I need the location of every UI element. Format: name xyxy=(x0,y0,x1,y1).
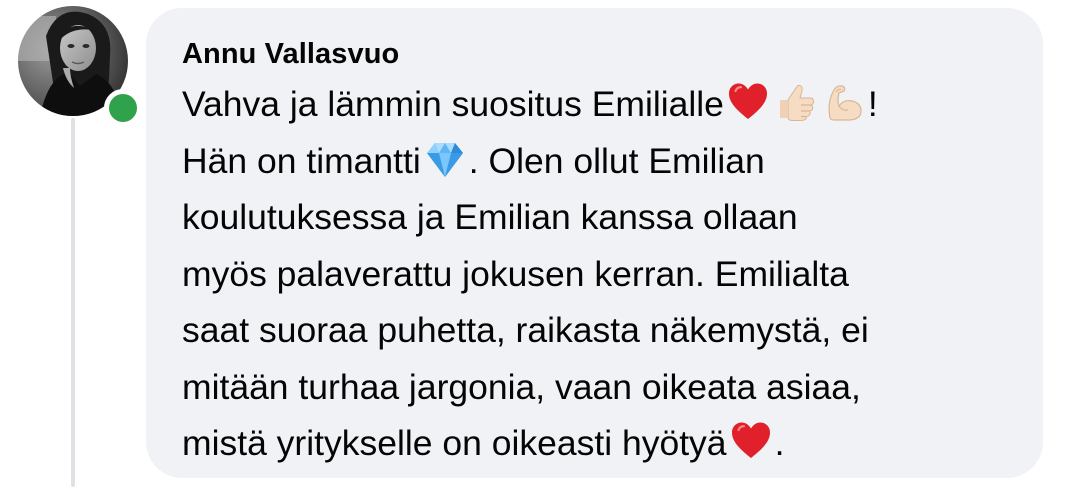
red-heart-icon xyxy=(729,419,773,463)
gem-stone-icon xyxy=(423,137,467,181)
reply-thread-line xyxy=(71,118,75,487)
comment-line: myös palaverattu jokusen kerran. Emilial… xyxy=(182,253,849,294)
comment-text-segment: . xyxy=(774,423,785,463)
comment-line: Hän on timantti . Olen ollut Emilian xyxy=(182,133,1007,190)
comment-line: mitään turhaa jargonia, vaan oikeata asi… xyxy=(182,366,861,407)
comment-text: Vahva ja lämmin suositus Emilialle! Hän … xyxy=(182,76,1007,472)
comment-text-segment: Hän on timantti xyxy=(182,140,421,181)
comment-text-segment: mistä yritykselle on oikeasti hyötyä xyxy=(182,423,727,463)
comment-bubble[interactable]: Annu Vallasvuo Vahva ja lämmin suositus … xyxy=(146,8,1043,478)
comment-author-name[interactable]: Annu Vallasvuo xyxy=(182,36,1007,72)
comment-line: Vahva ja lämmin suositus Emilialle! xyxy=(182,76,1007,133)
profile-avatar[interactable] xyxy=(18,6,142,127)
comment-text-segment: Vahva ja lämmin suositus Emilialle xyxy=(182,84,724,124)
comment-text-segment: . Olen ollut Emilian xyxy=(468,140,765,181)
red-heart-icon xyxy=(726,80,770,124)
comment-line: koulutuksessa ja Emilian kanssa ollaan xyxy=(182,197,798,237)
online-status-icon xyxy=(104,89,142,127)
flexed-biceps-icon xyxy=(822,80,866,124)
comment-line: saat suoraa puhetta, raikasta näkemystä,… xyxy=(182,310,869,350)
comment-text-segment: ! xyxy=(867,84,878,124)
comment-line: mistä yritykselle on oikeasti hyötyä. xyxy=(182,415,1007,472)
thumbs-up-icon xyxy=(774,80,818,124)
